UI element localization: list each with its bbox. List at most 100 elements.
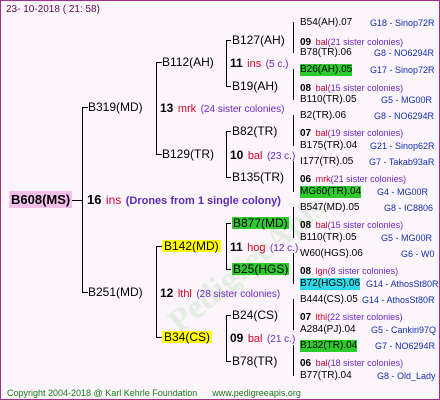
- g3-comment: (21 sister colonies): [327, 37, 404, 47]
- g3-number: 07: [300, 128, 312, 139]
- g3-node: B19(AH): [232, 79, 279, 93]
- g4-code: G18 - Sinop72R: [370, 18, 435, 28]
- connector: [293, 161, 294, 192]
- g4-node: W60(HGS).06: [300, 248, 363, 259]
- g4-code: G6 - W0: [401, 249, 435, 259]
- pedigree-chart: PedigreeApis 23- 10-2018 ( 21: 58) B608(…: [0, 0, 440, 400]
- connector: [293, 299, 294, 330]
- g3-comment: (15 sister colonies): [327, 83, 404, 93]
- g3-info: 08 lgn(8 sister colonies): [300, 264, 398, 278]
- g3-info: 06 bal(18 sister colonies): [300, 356, 403, 370]
- g2-node: B112(AH): [162, 55, 214, 69]
- g4-code: G7 - Takab93aR: [369, 157, 435, 167]
- connector: [226, 131, 231, 132]
- date-stamp: 23- 10-2018 ( 21: 58): [6, 4, 100, 15]
- g2-number: 09: [230, 331, 244, 345]
- g1-number: 13: [160, 101, 174, 115]
- connector: [82, 107, 83, 293]
- connector: [226, 223, 227, 270]
- g3-info: 07 lthl(22 sister colonies): [300, 310, 403, 324]
- g4-node: B110(TR).05: [300, 232, 357, 243]
- g4-node: I177(TR).05: [300, 156, 354, 167]
- g4-code: G14 - AthosSt80R: [366, 279, 439, 289]
- g4-code: G5 - Cankiri97Q: [371, 325, 437, 335]
- g4-code: G8 - Old_Lady: [377, 371, 436, 381]
- website-link[interactable]: www.pedigreeapis.org: [212, 388, 301, 398]
- g3-comment: (8 sister colonies): [327, 266, 399, 276]
- root-queen: B608(MS): [9, 191, 73, 208]
- g4-code: G21 - Sinop62R: [370, 141, 435, 151]
- connector: [156, 246, 157, 338]
- g4-node: B78(TR).06: [300, 47, 352, 58]
- root-info: 16 ins (Drones from 1 single colony): [87, 192, 281, 207]
- g3-ins: bal: [315, 83, 328, 93]
- g1-number: 12: [160, 286, 174, 300]
- g1-ins: mrk: [177, 103, 197, 115]
- connector: [156, 62, 157, 155]
- g4-node: B26(AH).05: [300, 64, 353, 76]
- g3-node: B25(HGS): [232, 262, 290, 276]
- g3-ins: bal: [315, 220, 328, 230]
- g3-node: B24(CS): [232, 308, 279, 322]
- g3-number: 08: [300, 220, 312, 231]
- g2-node: B142(MD): [162, 239, 221, 253]
- g3-comment: (22 sister colonies): [327, 312, 403, 322]
- connector: [293, 345, 294, 376]
- g4-node: B110(TR).05: [300, 94, 357, 105]
- g2-info: 11 hog (12 c.): [230, 241, 298, 255]
- g4-code: G14 - AthosSt80R: [362, 295, 435, 305]
- g2-node: B34(CS): [162, 330, 213, 344]
- g3-node: B78(TR): [232, 354, 278, 368]
- g2-comment: (5 c.): [265, 59, 289, 70]
- connector: [226, 40, 227, 87]
- g3-info: 07 bal(19 sister colonies): [300, 126, 403, 140]
- g1-comment: (28 sister colonies): [196, 289, 281, 300]
- g4-node: B72(HGS).06: [300, 278, 361, 290]
- g3-ins: lthl: [315, 312, 328, 322]
- g3-ins: lgn: [315, 266, 328, 276]
- g2-comment: (12 c.): [269, 243, 299, 254]
- connector: [293, 253, 294, 284]
- connector: [226, 40, 231, 41]
- g3-comment: (18 sister colonies): [327, 358, 404, 368]
- g2-number: 10: [230, 148, 244, 162]
- g4-node: B175(TR).04: [300, 140, 358, 151]
- g3-node: B127(AH): [232, 33, 285, 47]
- g3-node: B877(MD): [232, 216, 289, 230]
- connector: [226, 315, 231, 316]
- g4-node: B547(MD).05: [300, 202, 360, 213]
- g3-number: 08: [300, 266, 312, 277]
- g3-number: 06: [300, 174, 312, 185]
- g4-code: G8 - NO6294R: [374, 48, 435, 58]
- g3-ins: mrk: [315, 174, 331, 184]
- g3-comment: (15 sister colonies): [327, 220, 404, 230]
- g2-info: 11 ins (5 c.): [230, 57, 288, 71]
- g2-number: 11: [230, 56, 243, 70]
- g4-code: G5 - MG00R: [381, 233, 433, 243]
- g1-info: 12 lthl (28 sister colonies): [160, 287, 280, 301]
- g2-number: 11: [230, 240, 243, 254]
- g2-ins: hog: [247, 242, 266, 254]
- g1-ins: lthl: [177, 288, 192, 300]
- g4-node: B2(TR).06: [300, 110, 347, 121]
- root-comment: (Drones from 1 single colony): [125, 195, 281, 207]
- g4-node: B444(CS).05: [300, 294, 358, 305]
- g4-code: G8 - NO6294R: [374, 111, 435, 121]
- g2-node: B129(TR): [162, 147, 215, 161]
- g2-info: 10 bal (23 c.): [230, 149, 295, 163]
- g4-code: G17 - Sinop72R: [370, 65, 435, 75]
- g4-code: G7 - NO6294R: [375, 341, 436, 351]
- root-number: 16: [87, 192, 102, 207]
- connector: [293, 207, 294, 238]
- g4-code: G5 - MG00R: [381, 95, 433, 105]
- g3-node: B82(TR): [232, 124, 278, 138]
- g4-node: B132(TR).04: [300, 340, 358, 352]
- g3-info: 08 bal(15 sister colonies): [300, 81, 403, 95]
- root-ins: ins: [105, 193, 122, 207]
- g4-code: G4 - MG00R: [377, 187, 429, 197]
- g4-code: G8 - IC8806: [384, 203, 434, 213]
- g3-ins: bal: [315, 128, 328, 138]
- copyright-text: Copyright 2004-2018 @ Karl Kehrle Founda…: [7, 388, 198, 398]
- g1-info: 13 mrk (24 sister colonies): [160, 102, 285, 116]
- connector: [226, 269, 231, 270]
